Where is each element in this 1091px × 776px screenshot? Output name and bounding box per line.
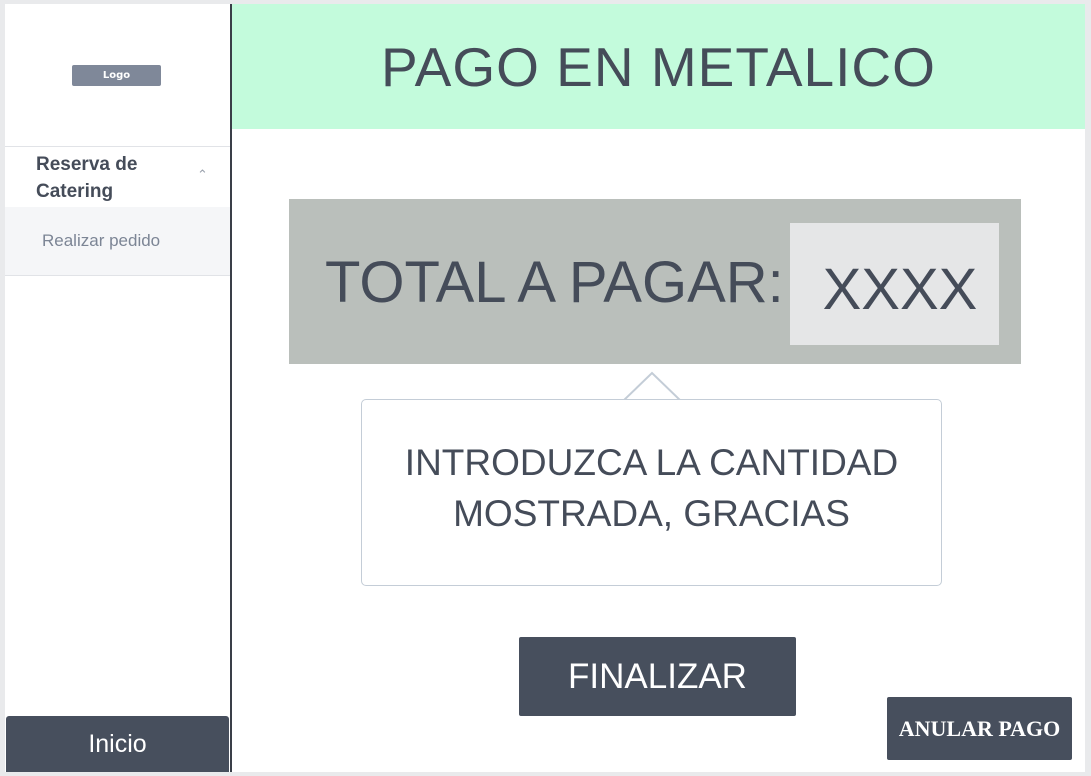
sidebar-item-realizar-pedido[interactable]: Realizar pedido bbox=[5, 207, 230, 276]
total-panel: TOTAL A PAGAR: XXXX bbox=[289, 199, 1021, 364]
instruction-tooltip: INTRODUZCA LA CANTIDAD MOSTRADA, GRACIAS bbox=[361, 399, 942, 586]
tooltip-arrow bbox=[619, 369, 685, 402]
sidebar-group-label: Reserva de Catering bbox=[36, 154, 138, 202]
sidebar-group-reserva-catering[interactable]: Reserva de Catering ⌃ bbox=[5, 146, 230, 208]
sidebar: Logo Reserva de Catering ⌃ Realizar pedi… bbox=[5, 4, 232, 772]
total-value: XXXX bbox=[822, 256, 978, 322]
app-frame: Logo Reserva de Catering ⌃ Realizar pedi… bbox=[5, 4, 1085, 772]
finish-button[interactable]: FINALIZAR bbox=[519, 637, 796, 716]
home-button[interactable]: Inicio bbox=[6, 716, 229, 772]
total-label: TOTAL A PAGAR: bbox=[325, 250, 784, 315]
page-title: PAGO EN METALICO bbox=[381, 35, 936, 98]
instruction-text: INTRODUZCA LA CANTIDAD MOSTRADA, GRACIAS bbox=[404, 442, 899, 534]
sidebar-item-label: Realizar pedido bbox=[42, 231, 161, 250]
logo: Logo bbox=[72, 65, 161, 86]
page-header: PAGO EN METALICO bbox=[232, 4, 1085, 129]
cancel-payment-button[interactable]: ANULAR PAGO bbox=[887, 697, 1072, 760]
total-value-box: XXXX bbox=[790, 223, 999, 345]
chevron-up-icon[interactable]: ⌃ bbox=[197, 167, 208, 183]
